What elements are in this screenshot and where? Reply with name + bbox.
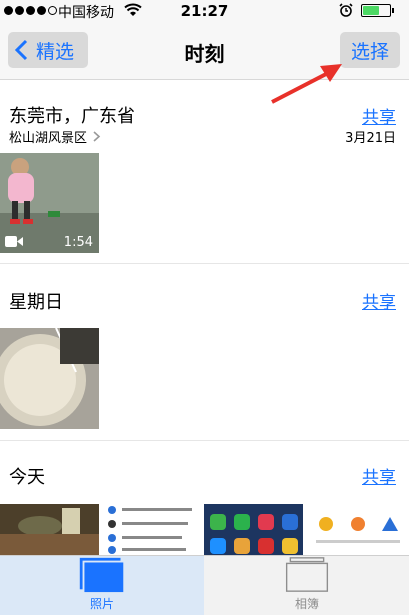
share-link[interactable]: 共享 (362, 103, 396, 128)
section-divider (0, 263, 409, 264)
annotation-arrow-icon (271, 64, 342, 104)
app-screenshot-icon (306, 504, 409, 555)
share-link[interactable]: 共享 (362, 463, 396, 488)
chevron-right-icon (93, 131, 101, 142)
tab-albums[interactable]: 相簿 (205, 556, 409, 615)
moment-day-title: 星期日 (9, 292, 63, 313)
battery-icon (361, 4, 391, 17)
moment-date: 3月21日 (345, 131, 396, 146)
screenshot-thumbnail[interactable] (102, 504, 201, 555)
drink-photo-icon (0, 328, 99, 429)
tab-photos-label: 照片 (89, 597, 114, 611)
photo-thumbnail[interactable] (0, 328, 99, 429)
alarm-icon (339, 3, 353, 17)
screenshot-thumbnail[interactable] (204, 504, 303, 555)
albums-icon (285, 557, 329, 592)
moment-day-title: 今天 (9, 467, 45, 488)
share-link[interactable]: 共享 (362, 288, 396, 313)
screenshot-thumbnail[interactable] (306, 504, 409, 555)
section-divider (0, 440, 409, 441)
video-thumbnail[interactable]: 1:54 (0, 153, 99, 253)
food-photo-icon (0, 504, 99, 555)
video-duration: 1:54 (63, 235, 93, 250)
photos-icon (79, 557, 126, 593)
tab-photos[interactable]: 照片 (0, 556, 204, 615)
tab-bar: 照片 相簿 (0, 555, 409, 615)
moment-place-label: 松山湖风景区 (9, 131, 88, 146)
list-screenshot-icon (102, 504, 201, 555)
photo-thumbnail[interactable] (0, 504, 99, 555)
select-button[interactable]: 选择 (340, 32, 400, 68)
status-bar: 中国移动 21:27 (0, 0, 409, 22)
homescreen-screenshot-icon (204, 504, 303, 555)
tab-albums-label: 相簿 (294, 597, 319, 611)
moment-place-link[interactable]: 松山湖风景区 (9, 127, 101, 146)
video-camera-icon (5, 236, 23, 247)
battery-tip (392, 8, 394, 13)
moment-location-title: 东莞市，广东省 (9, 106, 135, 127)
